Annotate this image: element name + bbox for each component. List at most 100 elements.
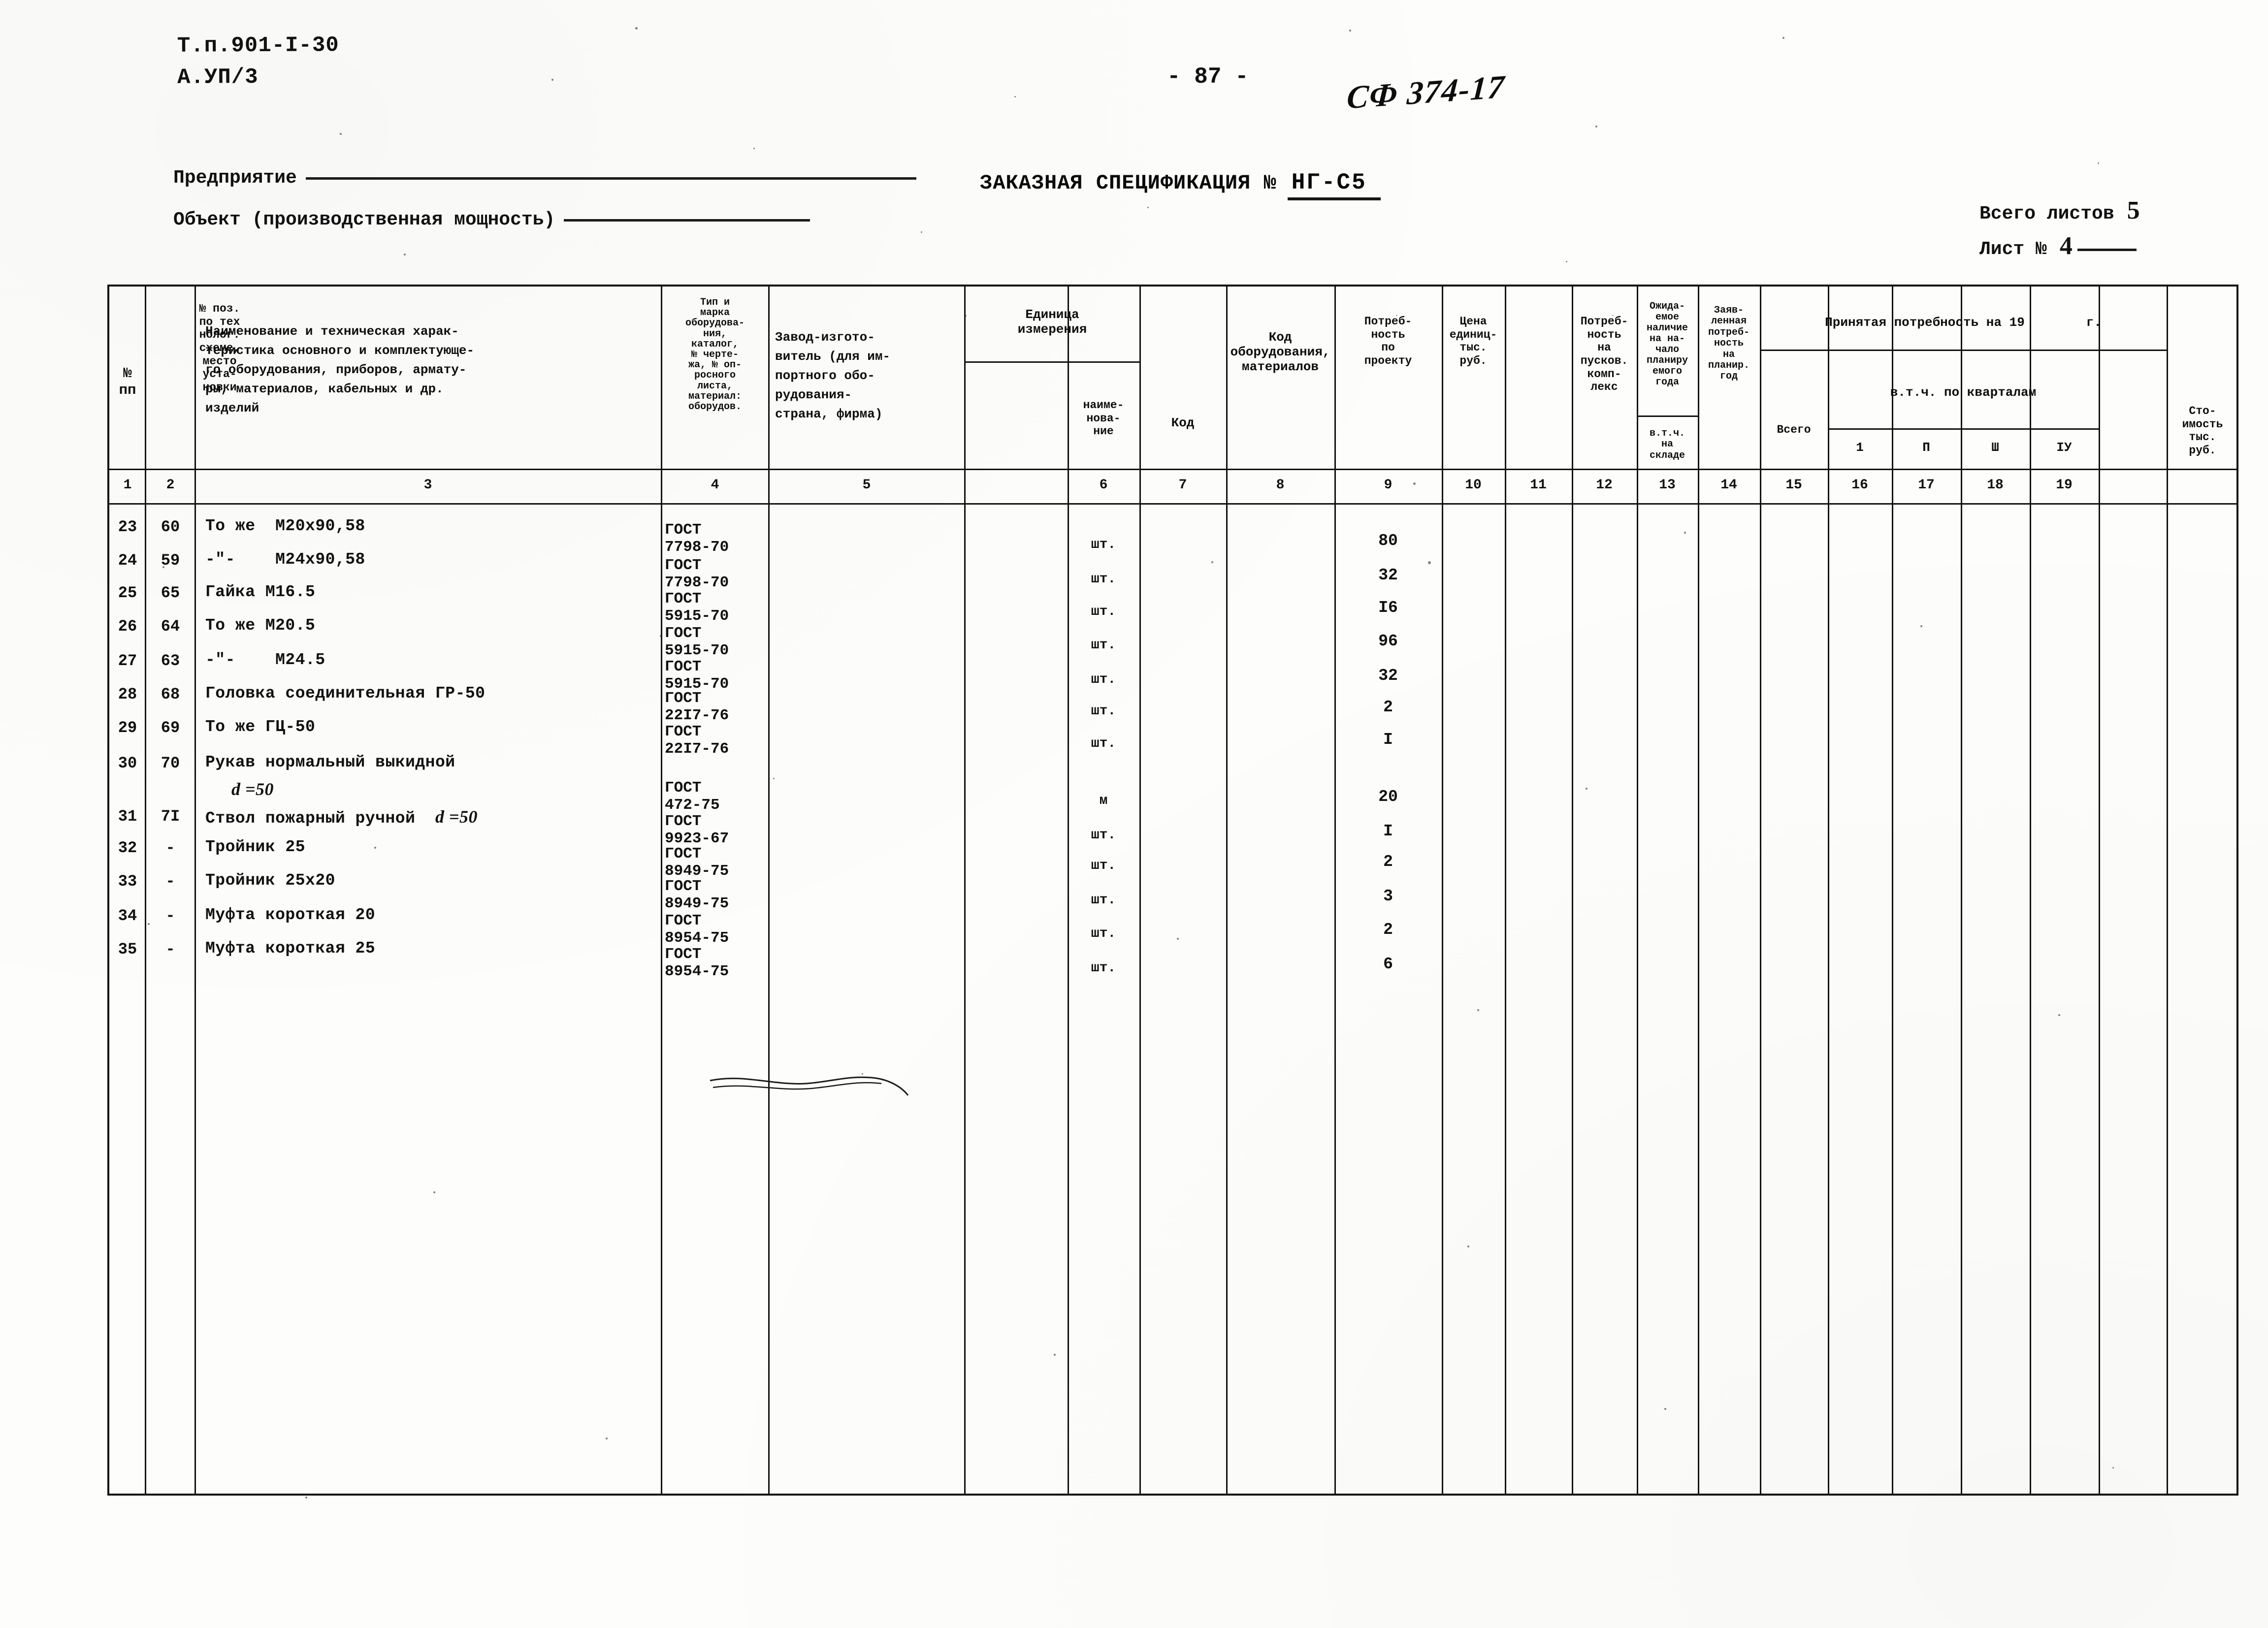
colhdr-7: Код <box>1171 415 1195 430</box>
colnum-18: 18 <box>1987 478 2004 493</box>
cell-scheme-position: 60 <box>161 518 180 536</box>
colhdr-14: Всего <box>1777 423 1811 436</box>
cell-scheme-position: 59 <box>161 551 180 570</box>
project-code-line1: Т.п.901-I-30 <box>177 33 339 59</box>
project-code: Т.п.901-I-30 А.УП/3 <box>177 30 339 94</box>
colnum-17: 17 <box>1918 478 1935 493</box>
cell-name-continuation: d =50 <box>231 779 274 799</box>
cell-gost-standard: ГОСТ 22I7-76 <box>665 723 729 758</box>
scan-speck <box>374 847 376 849</box>
colhdr-5: Завод-изгото-витель (для им-портного обо… <box>775 330 891 421</box>
cell-quantity-by-project: 32 <box>1378 667 1398 685</box>
unit-group-rule <box>964 361 1139 363</box>
cell-unit-of-measure: шт. <box>1091 703 1116 719</box>
cell-unit-of-measure: шт. <box>1091 572 1116 587</box>
cell-scheme-position: 65 <box>161 584 180 602</box>
cell-name-and-characteristics: Головка соединительная ГР-50 <box>205 684 486 702</box>
scan-speck <box>1477 1009 1479 1011</box>
colnum-10: 10 <box>1465 478 1482 493</box>
cell-name-and-characteristics: То же М20х90,58 <box>205 517 365 535</box>
colhdr-6: наиме-нова-ние <box>1083 399 1124 438</box>
cell-row-number: 25 <box>118 584 137 602</box>
colnum-13: 13 <box>1659 478 1676 493</box>
colnum-16: 16 <box>1851 478 1868 493</box>
cell-gost-standard: ГОСТ 472-75 <box>665 779 720 814</box>
colhdr-16: П <box>1922 440 1930 455</box>
quarters-rule <box>1828 428 2099 430</box>
cell-quantity-by-project: 20 <box>1378 788 1398 806</box>
page-number: - 87 - <box>1167 64 1249 90</box>
cell-unit-of-measure: м <box>1099 793 1108 808</box>
enterprise-label: Предприятие <box>173 167 297 189</box>
cell-row-number: 33 <box>118 872 137 891</box>
cell-gost-standard: ГОСТ 9923-67 <box>665 813 729 847</box>
scan-speck <box>148 923 150 925</box>
scan-speck <box>1413 482 1416 485</box>
cell-name-and-characteristics: Тройник 25х20 <box>205 871 335 890</box>
scan-speck <box>2112 1467 2114 1468</box>
scan-speck <box>1664 1408 1666 1410</box>
cell-gost-standard: ГОСТ 5915-70 <box>665 625 729 659</box>
cell-row-number: 26 <box>118 617 137 636</box>
col-sep-15 <box>1760 287 1761 1494</box>
col-sep-5 <box>964 287 966 1494</box>
cell-gost-standard: ГОСТ 8954-75 <box>665 912 729 947</box>
scan-speck <box>340 133 342 135</box>
cell-row-number: 35 <box>118 940 137 958</box>
table-rule-header-bottom <box>109 469 2236 470</box>
group-hdr-accepted-demand: Принятая потребность на 19 г. <box>1825 315 2102 330</box>
col-sep-9 <box>1334 287 1336 1494</box>
cell-unit-of-measure: шт. <box>1091 638 1116 653</box>
cell-row-number: 31 <box>118 807 137 826</box>
cell-name-and-characteristics: -"- М24.5 <box>205 651 325 669</box>
cell-name-and-characteristics: Ствол пожарный ручной d =50 <box>205 807 478 828</box>
cell-gost-standard: ГОСТ 5915-70 <box>665 658 729 693</box>
cell-quantity-by-project: 3 <box>1383 887 1393 905</box>
cell-gost-standard: ГОСТ 7798-70 <box>665 521 729 556</box>
table-rule-numrow-bottom <box>109 503 2236 505</box>
cell-scheme-position: 69 <box>161 719 180 737</box>
colhdr-12: Ожида-емое наличие на на-чало планиру емого г… <box>1646 301 1688 388</box>
scan-speck <box>862 1073 863 1075</box>
enterprise-rule <box>305 177 916 180</box>
scan-speck <box>1586 788 1588 790</box>
colhdr-11: Потре́б-ность на пусков. комп-лекс <box>1580 315 1628 394</box>
cell-gost-standard: ГОСТ 7798-70 <box>665 557 729 591</box>
scan-speck <box>921 231 922 233</box>
cell-scheme-position: 64 <box>161 617 180 636</box>
colnum-15: 15 <box>1785 478 1802 493</box>
col-sep-7 <box>1139 287 1141 1494</box>
col-sep-4 <box>768 287 770 1494</box>
colhdr-9: Потре́б-ность по проекту <box>1364 315 1412 368</box>
scan-speck <box>305 1497 307 1499</box>
cell-unit-of-measure: шт. <box>1091 893 1116 908</box>
colnum-11: 11 <box>1530 478 1547 493</box>
cell-unit-of-measure: шт. <box>1091 672 1116 687</box>
sheet-number: Лист № 4 <box>1979 231 2137 260</box>
group-hdr-by-quarters: в.т.ч. по кварталам <box>1890 385 2037 400</box>
cell-gost-standard: ГОСТ 8949-75 <box>665 845 729 880</box>
cell-scheme-position: - <box>165 907 175 925</box>
scan-speck <box>753 148 755 149</box>
scan-speck <box>965 315 967 317</box>
scan-speck <box>606 1437 608 1439</box>
colnum-19: 19 <box>2056 478 2073 493</box>
scan-speck <box>2058 1014 2060 1016</box>
scan-speck <box>551 79 553 81</box>
colnum-3: 3 <box>423 478 432 493</box>
col-sep-6 <box>1068 287 1069 1494</box>
colnum-7: 7 <box>1178 478 1187 493</box>
scan-speck <box>1595 126 1597 128</box>
col-sep-13 <box>1637 287 1638 1494</box>
col-sep-8 <box>1226 287 1228 1494</box>
cell-unit-of-measure: шт. <box>1091 736 1116 751</box>
colhdr-8: Код оборудования, материалов <box>1230 330 1330 375</box>
cell-gost-standard: ГОСТ 22I7-76 <box>665 690 729 724</box>
cell-quantity-by-project: 96 <box>1378 632 1398 650</box>
cell-row-number: 27 <box>118 652 137 670</box>
handwritten-reference: СФ 374-17 <box>1345 68 1506 116</box>
col-sep-10 <box>1442 287 1443 1494</box>
col-sep-19 <box>2030 287 2031 1494</box>
project-code-line2: А.УП/3 <box>177 64 259 90</box>
colhdr-12-sub: в.т.ч. на складе <box>1649 428 1685 461</box>
